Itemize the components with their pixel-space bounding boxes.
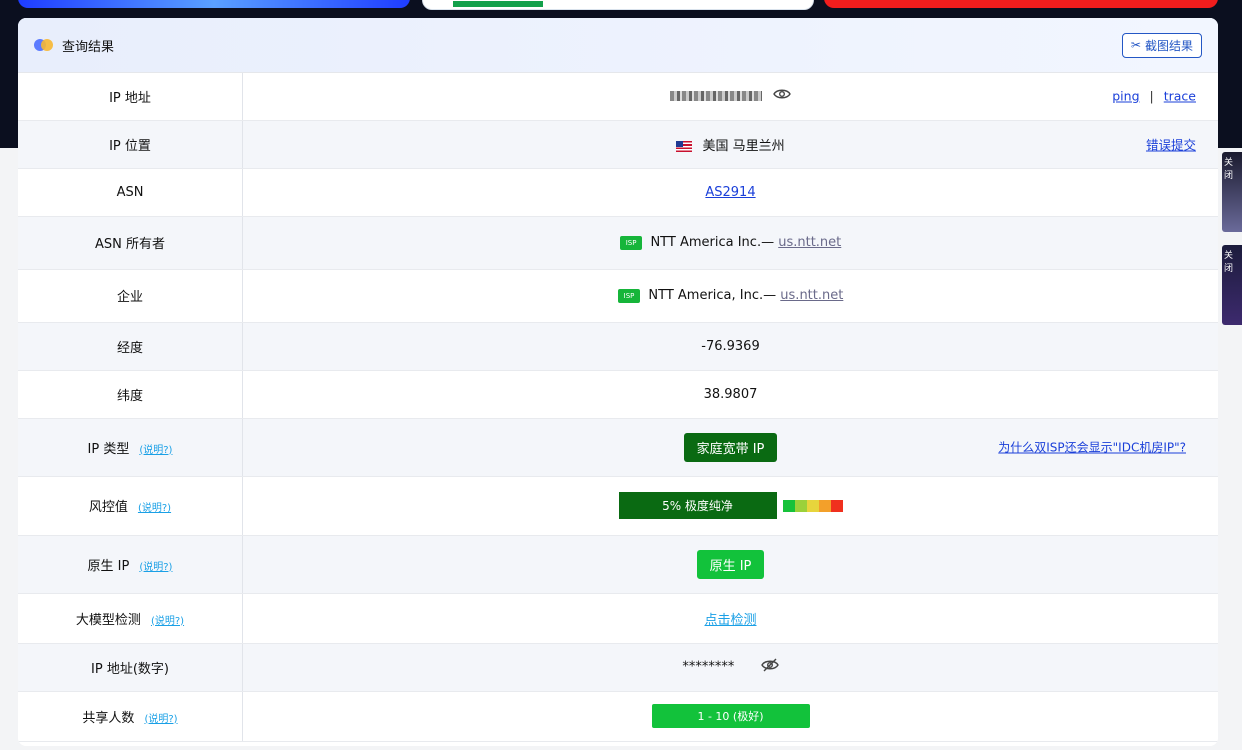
row-label: IP 类型 (说明?) (18, 418, 243, 477)
us-flag-icon (676, 140, 693, 152)
logo-dots-icon (34, 39, 54, 51)
row-asn-owner: ASN 所有者 ISP NTT America Inc.— us.ntt.net (18, 216, 1218, 270)
side-ad[interactable]: 关闭 (1222, 245, 1242, 325)
help-link[interactable]: (说明?) (138, 503, 171, 514)
row-label: 风控值 (说明?) (18, 476, 243, 536)
company-name: NTT America, Inc.— (648, 288, 777, 303)
row-label: 纬度 (18, 370, 243, 419)
row-label: 大模型检测 (说明?) (18, 593, 243, 644)
screenshot-button[interactable]: ✂ 截图结果 (1121, 32, 1202, 58)
top-ad-banner[interactable] (422, 0, 814, 10)
asn-link[interactable]: AS2914 (705, 185, 755, 200)
scissors-icon: ✂ (1130, 38, 1141, 52)
row-label: ASN 所有者 (18, 216, 243, 270)
row-risk: 风控值 (说明?) 5% 极度纯净 (18, 476, 1218, 536)
eye-icon[interactable] (772, 88, 791, 104)
risk-scale (782, 499, 843, 512)
row-location: IP 位置 美国 马里兰州 错误提交 (18, 120, 1218, 169)
error-report-link[interactable]: 错误提交 (1146, 135, 1196, 154)
ip-numeric-value: ******** (682, 659, 735, 675)
asn-owner-domain-link[interactable]: us.ntt.net (778, 235, 841, 250)
ip-type-tag: 家庭宽带 IP (683, 432, 778, 462)
row-ip-numeric: IP 地址(数字) ******** (18, 643, 1218, 692)
row-native: 原生 IP (说明?) 原生 IP (18, 535, 1218, 594)
row-ip: IP 地址 ping | trace (18, 73, 1218, 121)
location-value: 美国 马里兰州 (702, 138, 785, 154)
row-company: 企业 ISP NTT America, Inc.— us.ntt.net (18, 269, 1218, 323)
row-label: 原生 IP (说明?) (18, 535, 243, 594)
shared-users-bar: 1 - 10 (极好) (651, 704, 810, 728)
result-card: 查询结果 ✂ 截图结果 IP 地址 ping | trace IP 位置 美国 … (18, 18, 1218, 746)
help-link[interactable]: (说明?) (151, 616, 184, 627)
row-shared: 共享人数 (说明?) 1 - 10 (极好) (18, 691, 1218, 742)
row-longitude: 经度 -76.9369 (18, 322, 1218, 371)
result-table: IP 地址 ping | trace IP 位置 美国 马里兰州 错误提交 ASN … (18, 73, 1218, 742)
ping-link[interactable]: ping (1112, 89, 1139, 104)
row-llm: 大模型检测 (说明?) 点击检测 (18, 593, 1218, 644)
masked-ip (670, 91, 763, 102)
row-label: ASN (18, 168, 243, 217)
llm-check-link[interactable]: 点击检测 (704, 613, 756, 628)
top-ad-banner[interactable] (824, 0, 1218, 8)
row-label: IP 位置 (18, 120, 243, 169)
row-label: 企业 (18, 269, 243, 323)
eye-off-icon[interactable] (760, 658, 779, 676)
isp-badge: ISP (617, 288, 641, 303)
row-label: IP 地址(数字) (18, 643, 243, 692)
latitude-value: 38.9807 (242, 370, 1218, 419)
help-link[interactable]: (说明?) (144, 714, 177, 725)
longitude-value: -76.9369 (242, 322, 1218, 371)
side-ad-close[interactable]: 关闭 (1222, 152, 1242, 184)
asn-owner-name: NTT America Inc.— (650, 235, 775, 250)
company-domain-link[interactable]: us.ntt.net (780, 288, 843, 303)
row-label: IP 地址 (18, 73, 243, 121)
row-ip-type: IP 类型 (说明?) 家庭宽带 IP 为什么双ISP还会显示"IDC机房IP"? (18, 418, 1218, 477)
row-asn: ASN AS2914 (18, 168, 1218, 217)
risk-score-bar: 5% 极度纯净 (618, 492, 777, 519)
row-label: 经度 (18, 322, 243, 371)
dual-isp-note-link[interactable]: 为什么双ISP还会显示"IDC机房IP"? (998, 439, 1186, 456)
help-link[interactable]: (说明?) (139, 562, 172, 573)
trace-link[interactable]: trace (1164, 89, 1196, 104)
side-ad[interactable]: 关闭 (1222, 152, 1242, 232)
card-header: 查询结果 ✂ 截图结果 (18, 18, 1218, 73)
help-link[interactable]: (说明?) (139, 445, 172, 456)
row-label: 共享人数 (说明?) (18, 691, 243, 742)
native-ip-tag: 原生 IP (696, 549, 765, 579)
row-latitude: 纬度 38.9807 (18, 370, 1218, 419)
side-ad-close[interactable]: 关闭 (1222, 245, 1242, 277)
top-ad-banner[interactable] (18, 0, 410, 8)
card-title: 查询结果 (62, 39, 115, 55)
isp-badge: ISP (619, 235, 643, 250)
